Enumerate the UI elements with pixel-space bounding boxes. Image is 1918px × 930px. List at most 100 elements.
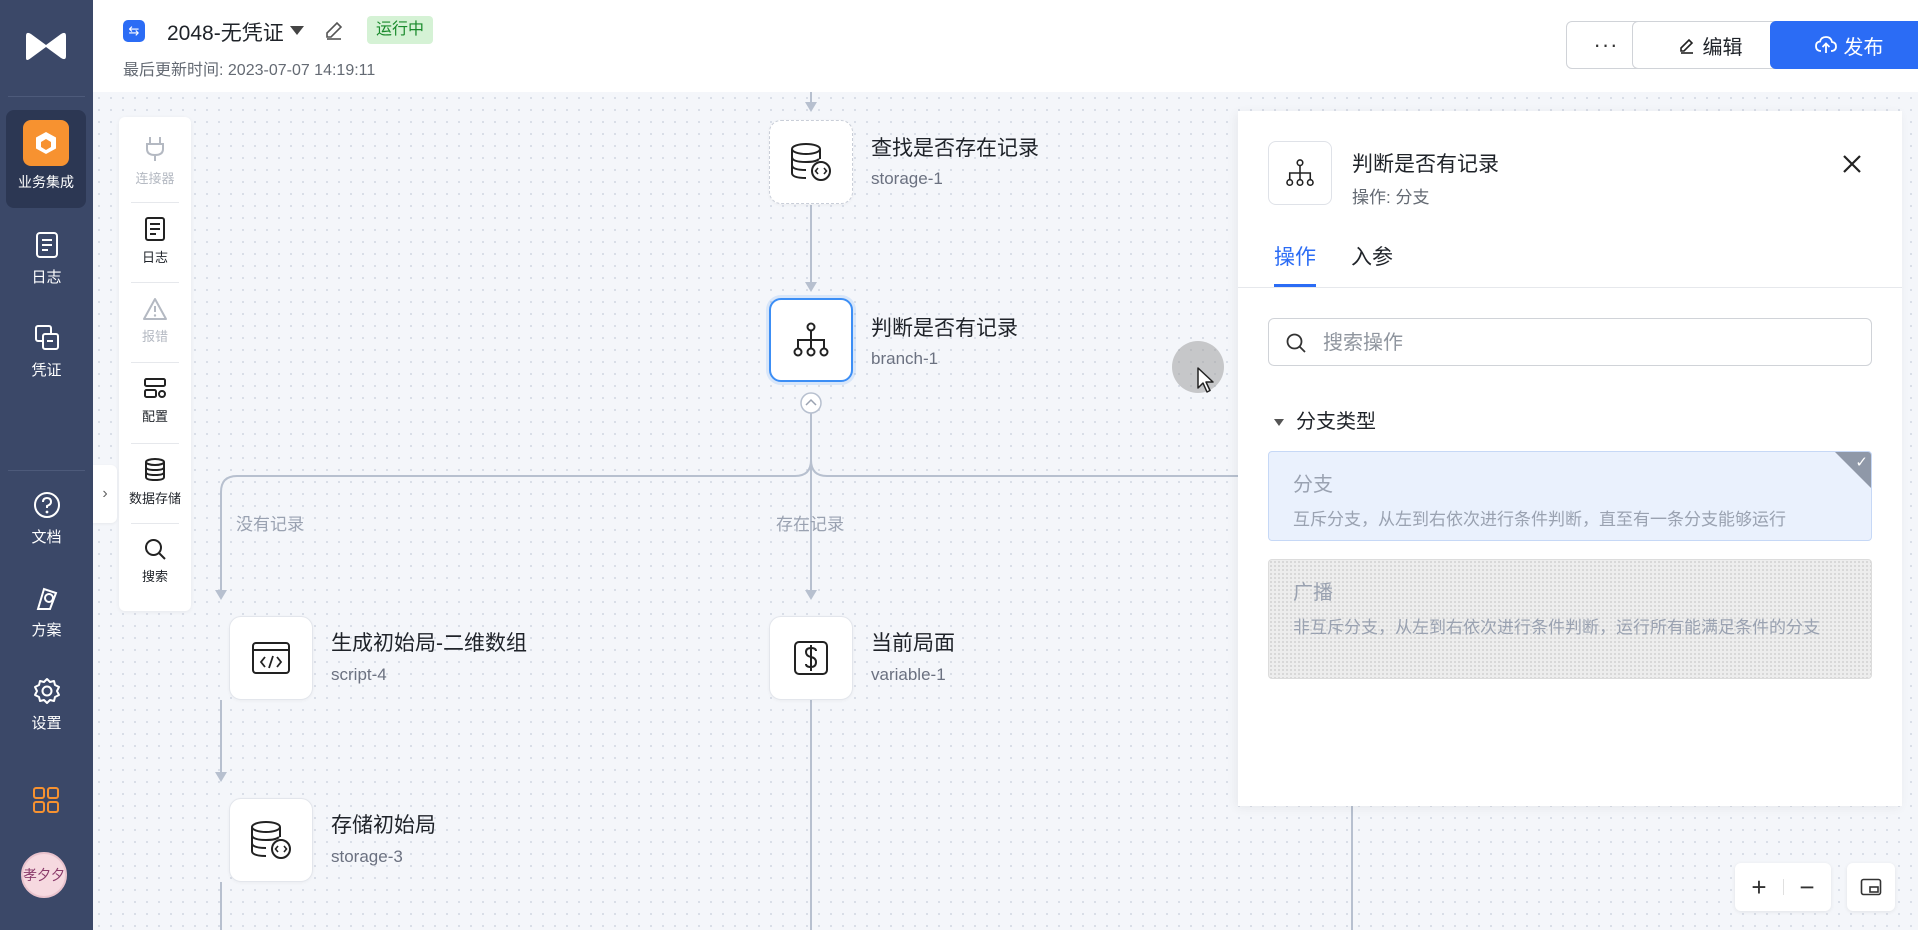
sidebar-item-label: 方案 <box>31 622 62 639</box>
chevron-down-icon[interactable] <box>290 26 304 35</box>
more-label: ··· <box>1593 32 1619 57</box>
group-header[interactable]: 分支类型 <box>1274 405 1376 434</box>
app-logo[interactable] <box>22 28 70 64</box>
credential-icon <box>34 325 59 350</box>
sidebar-item-integration[interactable]: 业务集成 <box>6 110 86 208</box>
warning-icon <box>143 298 167 320</box>
log-icon <box>145 217 165 241</box>
database-icon <box>251 821 291 859</box>
node-title: 生成初始局-二维数组 <box>331 632 527 655</box>
page-title[interactable]: 2048-无凭证 <box>167 17 284 47</box>
node-id: variable-1 <box>871 665 946 684</box>
publish-label: 发布 <box>1843 36 1884 59</box>
tab-operation[interactable]: 操作 <box>1274 241 1316 271</box>
flow-node-storage[interactable] <box>769 120 853 204</box>
dollar-icon <box>794 641 828 675</box>
apps-grid-icon[interactable] <box>32 786 60 814</box>
flow-node-branch[interactable] <box>769 298 853 382</box>
sidebar-item-docs[interactable]: 文档 <box>0 490 93 547</box>
tool-search[interactable]: 搜索 <box>119 537 191 585</box>
panel-subtitle: 操作: 分支 <box>1352 188 1430 207</box>
tool-divider <box>131 282 179 283</box>
sidebar-item-label: 凭证 <box>31 362 62 379</box>
sidebar-divider <box>8 96 85 97</box>
sidebar-item-solution[interactable]: 方案 <box>0 583 93 640</box>
tool-connector[interactable]: 连接器 <box>119 135 191 187</box>
panel-title: 判断是否有记录 <box>1352 153 1499 176</box>
tool-label: 连接器 <box>135 171 175 186</box>
sidebar-item-credential[interactable]: 凭证 <box>0 323 93 380</box>
flow-node-script[interactable] <box>229 616 313 700</box>
plug-icon <box>146 137 164 161</box>
tool-divider <box>131 443 179 444</box>
avatar-text: 孝夕夕 <box>23 867 65 883</box>
sidebar-item-log[interactable]: 日志 <box>0 230 93 287</box>
sidebar-item-label: 业务集成 <box>18 174 74 190</box>
option-desc: 互斥分支，从左到右依次进行条件判断，直至有一条分支能够运行 <box>1293 510 1786 529</box>
check-icon: ✓ <box>1855 454 1868 471</box>
zoom-controls: + − <box>1735 863 1831 911</box>
database-icon <box>791 143 831 181</box>
option-card-broadcast[interactable]: 广播 非互斥分支，从左到右依次进行条件判断，运行所有能满足条件的分支 <box>1268 559 1872 679</box>
last-updated: 最后更新时间: 2023-07-07 14:19:11 <box>123 62 376 79</box>
minimap-icon <box>1860 878 1882 896</box>
close-icon[interactable] <box>1841 153 1863 175</box>
config-icon <box>144 378 166 398</box>
search-box <box>1268 318 1872 366</box>
option-card-branch[interactable]: ✓ 分支 互斥分支，从左到右依次进行条件判断，直至有一条分支能够运行 <box>1268 451 1872 541</box>
edge-label: 没有记录 <box>236 515 304 534</box>
node-id: branch-1 <box>871 349 939 368</box>
mouse-cursor-icon <box>1197 367 1214 393</box>
flow-node-storage[interactable] <box>229 798 313 882</box>
solution-icon <box>36 587 57 610</box>
database-icon <box>145 458 165 482</box>
search-icon <box>1286 333 1306 353</box>
status-badge: 运行中 <box>367 16 434 44</box>
flow-node-variable[interactable] <box>769 616 853 700</box>
flow-icon: ⇆ <box>123 20 145 42</box>
tab-input-params[interactable]: 入参 <box>1351 241 1393 271</box>
node-title: 当前局面 <box>871 632 955 655</box>
sidebar-divider <box>8 470 85 471</box>
tool-label: 配置 <box>141 409 168 424</box>
main-sidebar: 业务集成 日志 凭证 文档 方案 设置 孝夕夕 <box>0 0 93 930</box>
edit-button[interactable]: 编辑 <box>1632 21 1788 69</box>
pencil-icon <box>1679 38 1693 54</box>
tool-label: 报错 <box>141 329 168 344</box>
tool-datastore[interactable]: 数据存储 <box>119 457 191 507</box>
option-title: 广播 <box>1293 582 1333 604</box>
node-id: storage-1 <box>871 169 943 188</box>
publish-button[interactable]: 发布 <box>1770 21 1918 69</box>
tool-label: 数据存储 <box>128 491 181 506</box>
chevron-right-icon: › <box>102 485 108 502</box>
avatar[interactable]: 孝夕夕 <box>21 852 67 898</box>
sidebar-item-label: 文档 <box>31 529 62 546</box>
tool-config[interactable]: 配置 <box>119 377 191 425</box>
node-detail-panel: 判断是否有记录 操作: 分支 操作 入参 分支类型 ✓ 分支 互斥分支，从左到右… <box>1238 111 1902 806</box>
search-input[interactable] <box>1321 327 1855 359</box>
pencil-icon[interactable] <box>323 19 345 41</box>
edit-label: 编辑 <box>1702 36 1743 59</box>
option-desc: 非互斥分支，从左到右依次进行条件判断，运行所有能满足条件的分支 <box>1293 618 1820 637</box>
tool-log[interactable]: 日志 <box>119 216 191 266</box>
toolbar-toggle[interactable]: › <box>93 465 117 523</box>
minimap-button[interactable] <box>1847 863 1895 911</box>
code-icon <box>252 642 290 674</box>
help-icon <box>33 492 60 518</box>
tool-error[interactable]: 报错 <box>119 297 191 345</box>
caret-down-icon <box>1274 419 1284 427</box>
zoom-out-button[interactable]: − <box>1791 871 1823 903</box>
cloud-upload-icon <box>1814 36 1837 53</box>
tool-strip: 连接器 日志 报错 配置 数据存储 搜索 <box>119 117 191 611</box>
tool-label: 搜索 <box>141 569 168 584</box>
group-title: 分支类型 <box>1296 411 1376 433</box>
cube-icon <box>23 120 69 166</box>
node-title: 存储初始局 <box>331 814 436 837</box>
node-title: 查找是否存在记录 <box>871 137 1039 160</box>
sidebar-item-settings[interactable]: 设置 <box>0 676 93 733</box>
node-title: 判断是否有记录 <box>871 317 1018 340</box>
search-icon <box>145 539 166 560</box>
branch-icon <box>793 322 829 357</box>
zoom-in-button[interactable]: + <box>1743 871 1775 903</box>
sidebar-item-label: 设置 <box>31 715 62 732</box>
